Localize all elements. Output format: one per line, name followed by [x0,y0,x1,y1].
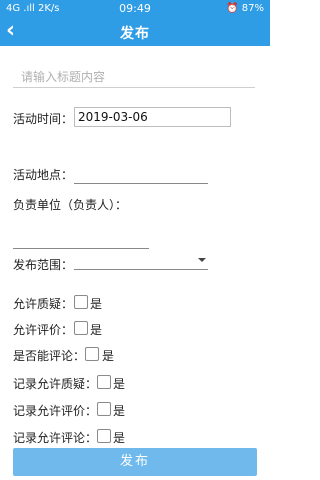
battery-status: ⏰ 87% [226,3,264,14]
record-allow-comment-checkbox[interactable] [97,429,111,443]
option-label: 允许评价： [13,323,74,337]
responsible-unit-label: 负责单位（负责人）： [13,198,128,212]
option-yes-label: 是 [113,377,126,391]
option-label: 记录允许评价： [13,404,98,418]
publish-scope-select[interactable] [74,252,208,270]
option-yes-label: 是 [113,404,126,418]
activity-location-label: 活动地点： [13,168,74,182]
nav-bar: ‹ 发布 [0,18,270,46]
option-label: 记录允许质疑： [13,377,98,391]
page-title: 发布 [120,26,150,42]
option-yes-label: 是 [90,323,103,337]
activity-location-input[interactable] [74,168,208,184]
record-allow-question-checkbox[interactable] [97,375,111,389]
record-allow-evaluate-checkbox[interactable] [97,402,111,416]
option-label: 允许质疑： [13,297,74,311]
option-yes-label: 是 [113,431,126,445]
dropdown-arrow-icon [198,258,206,262]
activity-time-label: 活动时间： [13,112,74,126]
allow-evaluate-checkbox[interactable] [74,321,88,335]
option-label: 记录允许评论： [13,431,98,445]
status-bar: 4G .ıll 2K/s 09:49 ⏰ 87% [0,0,270,18]
option-yes-label: 是 [90,297,103,311]
allow-comment-checkbox[interactable] [85,347,99,361]
option-label: 是否能评论： [13,349,86,363]
publish-button[interactable]: 发布 [13,448,257,476]
option-yes-label: 是 [102,349,115,363]
responsible-unit-input[interactable] [13,233,149,249]
title-input[interactable] [13,66,255,88]
activity-time-field[interactable]: 2019-03-06 [74,107,231,127]
allow-question-checkbox[interactable] [74,295,88,309]
publish-scope-label: 发布范围： [13,258,74,272]
